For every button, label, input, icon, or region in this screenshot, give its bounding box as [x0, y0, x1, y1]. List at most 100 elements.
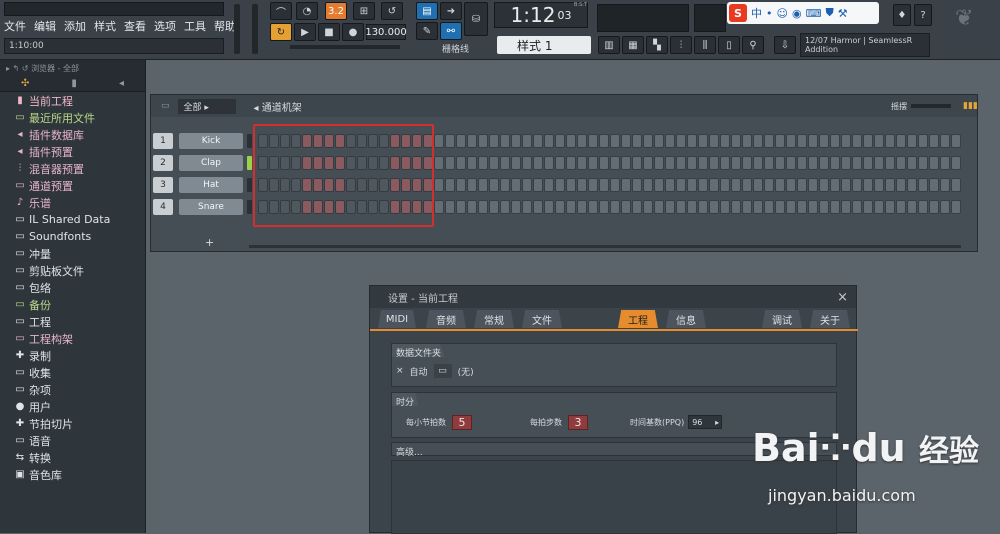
menu-options[interactable]: 选项 — [154, 18, 176, 34]
folder-icon[interactable]: ▭ — [433, 364, 452, 378]
channel-select-led[interactable] — [247, 178, 252, 192]
stop-button[interactable]: ■ — [318, 23, 340, 41]
step-button[interactable] — [456, 200, 466, 214]
step-button[interactable] — [830, 178, 840, 192]
step-button[interactable] — [863, 134, 873, 148]
step-button[interactable] — [841, 200, 851, 214]
channel-name-button[interactable]: Clap — [179, 155, 243, 171]
step-button[interactable] — [654, 134, 664, 148]
step-button[interactable] — [918, 178, 928, 192]
step-button[interactable] — [940, 134, 950, 148]
step-button[interactable] — [720, 156, 730, 170]
pattern-selector[interactable]: 样式 1 — [497, 36, 591, 54]
play-button[interactable]: ▶ — [294, 23, 316, 41]
step-button[interactable] — [566, 156, 576, 170]
step-button[interactable] — [698, 178, 708, 192]
step-button[interactable] — [797, 200, 807, 214]
step-button[interactable] — [742, 200, 752, 214]
channel-number[interactable]: 2 — [153, 155, 173, 171]
step-button[interactable] — [577, 178, 587, 192]
step-button[interactable] — [775, 178, 785, 192]
step-size-box[interactable]: 3.2 — [325, 2, 347, 20]
tempo-display[interactable]: 130.000 — [365, 24, 407, 40]
step-button[interactable] — [588, 156, 598, 170]
channel-name-button[interactable]: Hat — [179, 177, 243, 193]
channel-number[interactable]: 3 — [153, 177, 173, 193]
browser-item[interactable]: ▭ 工程构架 — [0, 330, 145, 347]
step-button[interactable] — [907, 178, 917, 192]
step-button[interactable] — [533, 200, 543, 214]
step-button[interactable] — [533, 178, 543, 192]
step-button[interactable] — [445, 200, 455, 214]
step-button[interactable] — [599, 134, 609, 148]
step-button[interactable] — [588, 200, 598, 214]
channel-select-led[interactable] — [247, 200, 252, 214]
step-button[interactable] — [599, 156, 609, 170]
channel-rack-icon[interactable]: ▚ — [646, 36, 668, 54]
step-button[interactable] — [940, 200, 950, 214]
step-button[interactable] — [885, 200, 895, 214]
advanced-label[interactable]: 高级... — [392, 443, 427, 456]
step-button[interactable] — [687, 134, 697, 148]
step-button[interactable] — [599, 200, 609, 214]
step-button[interactable] — [753, 200, 763, 214]
tab[interactable]: 工程 — [618, 310, 658, 328]
step-button[interactable] — [610, 178, 620, 192]
step-button[interactable] — [819, 178, 829, 192]
step-button[interactable] — [852, 178, 862, 192]
master-volume-slider[interactable] — [234, 4, 240, 54]
step-button[interactable] — [511, 200, 521, 214]
browser-item[interactable]: ▭ 冲量 — [0, 245, 145, 262]
hat-icon[interactable]: ⛁ — [464, 2, 488, 36]
record-button[interactable]: ● — [342, 23, 364, 41]
ime-toolbar[interactable]: S 中 • ☺ ◉ ⌨ ⛊ ⚒ — [727, 2, 879, 24]
typing-keyboard-icon[interactable]: ⊞ — [353, 2, 375, 20]
step-button[interactable] — [874, 156, 884, 170]
pencil-icon[interactable]: ✎ — [416, 22, 438, 40]
step-button[interactable] — [511, 134, 521, 148]
step-button[interactable] — [808, 178, 818, 192]
ime-mode[interactable]: 中 — [751, 5, 762, 21]
step-button[interactable] — [885, 134, 895, 148]
step-button[interactable] — [643, 178, 653, 192]
browser-item[interactable]: ⇆ 转换 — [0, 449, 145, 466]
rack-scrollbar[interactable] — [249, 245, 961, 248]
step-button[interactable] — [467, 200, 477, 214]
step-button[interactable] — [731, 200, 741, 214]
step-button[interactable] — [522, 156, 532, 170]
step-button[interactable] — [500, 134, 510, 148]
step-button[interactable] — [753, 178, 763, 192]
browser-item[interactable]: ▭ Soundfonts — [0, 228, 145, 245]
step-button[interactable] — [544, 156, 554, 170]
browser-item[interactable]: ✚ 录制 — [0, 347, 145, 364]
step-button[interactable] — [918, 134, 928, 148]
step-button[interactable] — [797, 156, 807, 170]
browser-item[interactable]: ▮ 当前工程 — [0, 92, 145, 109]
add-channel-button[interactable]: + — [205, 236, 214, 249]
step-button[interactable] — [687, 178, 697, 192]
arrow-icon[interactable]: ➜ — [440, 2, 462, 20]
step-button[interactable] — [764, 134, 774, 148]
shirt-icon[interactable]: ⛊ — [825, 6, 833, 20]
step-button[interactable] — [819, 134, 829, 148]
step-button[interactable] — [819, 200, 829, 214]
master-pitch-knob-track[interactable] — [290, 45, 400, 49]
step-button[interactable] — [885, 178, 895, 192]
browser-item[interactable]: ♪ 乐谱 — [0, 194, 145, 211]
step-button[interactable] — [951, 178, 961, 192]
step-button[interactable] — [753, 156, 763, 170]
step-button[interactable] — [918, 156, 928, 170]
tab[interactable]: 调试 — [762, 310, 802, 328]
step-button[interactable] — [786, 200, 796, 214]
step-button[interactable] — [434, 134, 444, 148]
tools-icon[interactable]: ⚒ — [838, 7, 848, 20]
step-button[interactable] — [951, 200, 961, 214]
step-button[interactable] — [929, 200, 939, 214]
menu-patterns[interactable]: 样式 — [94, 18, 116, 34]
step-button[interactable] — [863, 200, 873, 214]
step-button[interactable] — [841, 178, 851, 192]
browser-item[interactable]: ▭ 包络 — [0, 279, 145, 296]
step-button[interactable] — [522, 178, 532, 192]
tab[interactable]: MIDI — [378, 310, 416, 328]
step-button[interactable] — [907, 200, 917, 214]
